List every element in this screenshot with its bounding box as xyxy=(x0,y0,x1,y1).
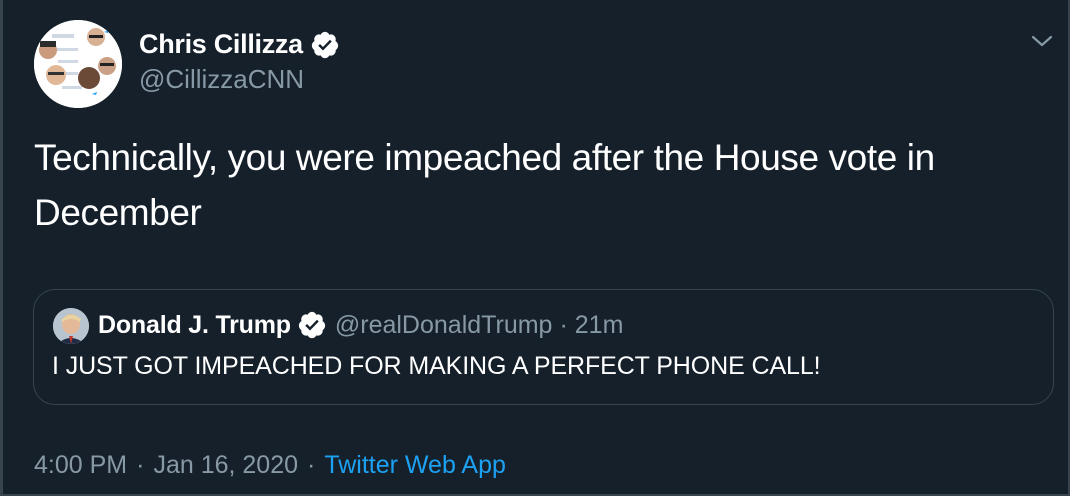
author-handle[interactable]: @CillizzaCNN xyxy=(139,64,304,95)
author-name-row[interactable]: Chris Cillizza xyxy=(139,29,340,60)
verified-badge-icon xyxy=(298,311,325,339)
author-avatar[interactable] xyxy=(34,20,122,108)
quoted-author-handle: @realDonaldTrump xyxy=(334,310,553,339)
quoted-separator: · xyxy=(559,310,568,339)
meta-separator: · xyxy=(136,451,145,479)
tweet-date[interactable]: Jan 16, 2020 xyxy=(153,451,298,480)
quoted-text: I JUST GOT IMPEACHED FOR MAKING A PERFEC… xyxy=(52,352,821,380)
quoted-author-avatar xyxy=(53,308,89,344)
tweet-time[interactable]: 4:00 PM xyxy=(34,451,127,480)
tweet-source-link[interactable]: Twitter Web App xyxy=(324,451,506,480)
tweet-card[interactable]: Chris Cillizza @CillizzaCNN Technically,… xyxy=(0,0,1070,496)
quoted-age: 21m xyxy=(574,310,624,339)
author-name[interactable]: Chris Cillizza xyxy=(139,29,303,60)
meta-separator: · xyxy=(307,451,316,479)
more-options-button[interactable] xyxy=(1027,28,1057,54)
portrait-avatar-icon xyxy=(53,308,89,344)
profile-collage-avatar-icon xyxy=(34,20,122,108)
quoted-tweet[interactable]: Donald J. Trump @realDonaldTrump · 21m I… xyxy=(33,289,1054,405)
tweet-meta: 4:00 PM · Jan 16, 2020 · Twitter Web App xyxy=(34,451,506,480)
chevron-down-icon xyxy=(1031,35,1053,47)
quoted-author-name: Donald J. Trump xyxy=(98,310,291,339)
verified-badge-icon xyxy=(311,31,338,58)
tweet-text: Technically, you were impeached after th… xyxy=(34,137,935,233)
quoted-header: Donald J. Trump @realDonaldTrump · 21m xyxy=(98,310,623,340)
